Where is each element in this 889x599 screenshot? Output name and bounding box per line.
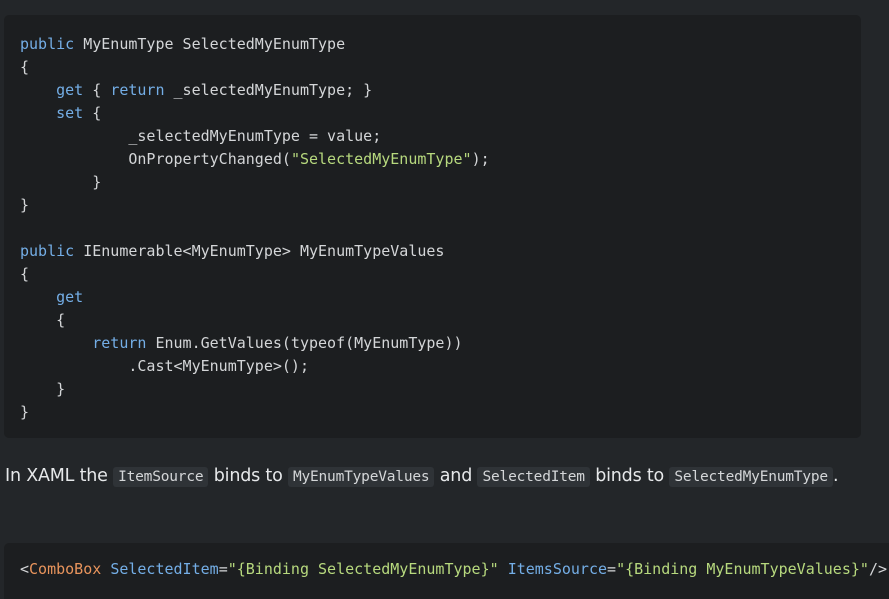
code-token-str: "SelectedMyEnumType" bbox=[290, 150, 472, 168]
code-token-kw: get bbox=[56, 81, 84, 99]
code-token: { bbox=[83, 81, 111, 99]
code-token: .Cast<MyEnumType>(); bbox=[20, 357, 309, 375]
code-token: MyEnumType SelectedMyEnumType bbox=[74, 35, 346, 53]
code-token-kw: public bbox=[20, 35, 75, 53]
code-line: { bbox=[20, 265, 29, 283]
code-token: { bbox=[20, 311, 66, 329]
code-token: /> bbox=[868, 560, 887, 578]
code-token-kw: return bbox=[92, 334, 147, 352]
code-line: { bbox=[20, 311, 65, 329]
code-line: get { return _selectedMyEnumType; } bbox=[20, 81, 372, 99]
code-token: Enum.GetValues(typeof(MyEnumType)) bbox=[146, 334, 463, 352]
code-token: } bbox=[20, 173, 102, 191]
code-token-str: "{Binding SelectedMyEnumType}" bbox=[227, 560, 499, 578]
code-block-xaml[interactable]: <ComboBox SelectedItem="{Binding Selecte… bbox=[4, 543, 889, 599]
inline-code: SelectedItem bbox=[477, 467, 590, 487]
code-token-attr: ItemsSource bbox=[507, 560, 608, 578]
code-token-str: "{Binding MyEnumTypeValues}" bbox=[616, 560, 869, 578]
paragraph-text: and bbox=[434, 466, 478, 486]
code-line: public MyEnumType SelectedMyEnumType bbox=[20, 35, 345, 53]
code-line: } bbox=[20, 173, 101, 191]
code-line: } bbox=[20, 403, 29, 421]
code-token-kw: get bbox=[56, 288, 84, 306]
paragraph-text: binds to bbox=[208, 466, 288, 486]
code-token: } bbox=[20, 380, 66, 398]
paragraph-text: binds to bbox=[589, 466, 670, 486]
paragraph-text: . bbox=[832, 466, 839, 486]
code-text[interactable]: public MyEnumType SelectedMyEnumType { g… bbox=[4, 15, 861, 424]
code-token: = bbox=[218, 560, 228, 578]
inline-code: SelectedMyEnumType bbox=[669, 467, 833, 487]
code-token: _selectedMyEnumType = value; bbox=[20, 127, 382, 145]
code-line: } bbox=[20, 380, 65, 398]
code-token: { bbox=[20, 265, 30, 283]
answer-content: public MyEnumType SelectedMyEnumType { g… bbox=[0, 0, 889, 599]
code-block-csharp[interactable]: public MyEnumType SelectedMyEnumType { g… bbox=[4, 15, 861, 438]
code-line: _selectedMyEnumType = value; bbox=[20, 127, 381, 145]
paragraph-text: In XAML the bbox=[5, 466, 114, 486]
code-token-kw: set bbox=[56, 104, 84, 122]
code-token: ); bbox=[471, 150, 490, 168]
code-token-attr: SelectedItem bbox=[110, 560, 219, 578]
code-line: get bbox=[20, 288, 83, 306]
code-token: } bbox=[20, 196, 30, 214]
code-token: IEnumerable<MyEnumType> MyEnumTypeValues bbox=[74, 242, 445, 260]
code-line: return Enum.GetValues(typeof(MyEnumType)… bbox=[20, 334, 463, 352]
code-token: _selectedMyEnumType; } bbox=[164, 81, 373, 99]
code-line: OnPropertyChanged("SelectedMyEnumType"); bbox=[20, 150, 490, 168]
code-token: < bbox=[20, 560, 30, 578]
inline-code: ItemSource bbox=[113, 467, 209, 487]
code-token: = bbox=[607, 560, 617, 578]
code-line: .Cast<MyEnumType>(); bbox=[20, 357, 309, 375]
explanation-paragraph: In XAML the ItemSource binds to MyEnumTy… bbox=[5, 462, 865, 492]
inline-code: MyEnumTypeValues bbox=[287, 467, 435, 487]
code-line: public IEnumerable<MyEnumType> MyEnumTyp… bbox=[20, 242, 444, 260]
code-line: } bbox=[20, 196, 29, 214]
code-line: set { bbox=[20, 104, 101, 122]
code-token-tag: ComboBox bbox=[29, 560, 102, 578]
code-token: OnPropertyChanged( bbox=[20, 150, 291, 168]
code-line: <ComboBox SelectedItem="{Binding Selecte… bbox=[20, 560, 887, 578]
code-token-kw: public bbox=[20, 242, 75, 260]
code-token-kw: return bbox=[110, 81, 165, 99]
code-token: { bbox=[83, 104, 102, 122]
code-line: { bbox=[20, 58, 29, 76]
code-text[interactable]: <ComboBox SelectedItem="{Binding Selecte… bbox=[4, 543, 889, 581]
code-token: { bbox=[20, 58, 30, 76]
code-token: } bbox=[20, 403, 30, 421]
